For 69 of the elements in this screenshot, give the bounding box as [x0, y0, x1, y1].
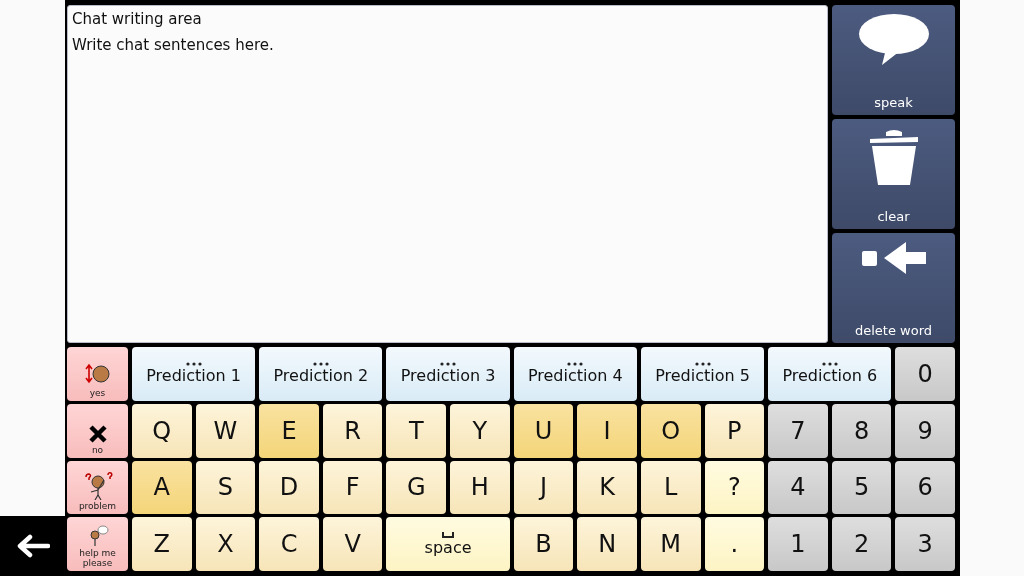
- letter-key[interactable]: V: [322, 517, 383, 571]
- chat-writing-area[interactable]: Chat writing area Write chat sentences here.: [67, 5, 828, 343]
- letter-key[interactable]: J: [513, 460, 574, 515]
- letter-key[interactable]: R: [322, 403, 383, 458]
- letter-key[interactable]: O: [640, 403, 701, 458]
- chat-area-title: Chat writing area: [72, 10, 203, 28]
- letter-key[interactable]: X: [195, 517, 256, 571]
- letter-key[interactable]: G: [386, 460, 447, 515]
- speech-bubble-icon: [857, 13, 930, 67]
- no-button[interactable]: no: [67, 403, 128, 458]
- ellipsis-icon: [312, 362, 329, 367]
- letter-key[interactable]: ?: [704, 460, 765, 515]
- help-button[interactable]: help me please: [67, 517, 128, 571]
- letter-key[interactable]: N: [577, 517, 637, 571]
- cross-icon: [87, 423, 108, 444]
- prediction-button[interactable]: Prediction 6: [768, 347, 892, 401]
- confused-figure-icon: [82, 472, 113, 501]
- number-key[interactable]: 0: [895, 347, 955, 401]
- ellipsis-icon: [694, 362, 711, 367]
- letter-key[interactable]: D: [259, 460, 319, 515]
- ellipsis-icon: [567, 362, 584, 367]
- letter-key[interactable]: F: [322, 460, 383, 515]
- ellipsis-icon: [185, 362, 202, 367]
- number-key[interactable]: 2: [831, 517, 892, 571]
- space-icon: [442, 531, 455, 538]
- prediction-button[interactable]: Prediction 3: [386, 347, 510, 401]
- letter-key[interactable]: Q: [132, 403, 192, 458]
- prediction-button[interactable]: Prediction 2: [259, 347, 383, 401]
- letter-key[interactable]: L: [640, 460, 701, 515]
- letter-key[interactable]: E: [259, 403, 319, 458]
- number-key[interactable]: 7: [768, 403, 828, 458]
- number-key[interactable]: 1: [768, 517, 828, 571]
- number-key[interactable]: 8: [831, 403, 892, 458]
- number-key[interactable]: 6: [895, 460, 955, 515]
- letter-key[interactable]: P: [704, 403, 765, 458]
- back-arrow-icon: [15, 534, 50, 558]
- letter-key[interactable]: S: [195, 460, 256, 515]
- letter-key[interactable]: H: [450, 460, 510, 515]
- letter-key[interactable]: B: [513, 517, 574, 571]
- letter-key[interactable]: W: [195, 403, 256, 458]
- letter-key[interactable]: .: [704, 517, 765, 571]
- letter-key[interactable]: T: [386, 403, 447, 458]
- letter-key[interactable]: Y: [450, 403, 510, 458]
- letter-key[interactable]: U: [513, 403, 574, 458]
- letter-key[interactable]: A: [132, 460, 192, 515]
- delete-button[interactable]: delete word: [832, 233, 955, 343]
- letter-key[interactable]: Z: [132, 517, 192, 571]
- chat-text: Write chat sentences here.: [72, 36, 275, 54]
- space-key[interactable]: space: [386, 517, 510, 571]
- speak-button[interactable]: speak: [832, 5, 955, 115]
- number-key[interactable]: 3: [895, 517, 955, 571]
- yes-button[interactable]: yes: [67, 347, 128, 401]
- back-button[interactable]: [0, 516, 65, 576]
- letter-key[interactable]: I: [577, 403, 637, 458]
- trash-can-icon: [867, 127, 920, 187]
- problem-button[interactable]: problem: [67, 460, 128, 515]
- ellipsis-icon: [440, 362, 457, 367]
- number-key[interactable]: 5: [831, 460, 892, 515]
- letter-key[interactable]: C: [259, 517, 319, 571]
- prediction-button[interactable]: Prediction 4: [513, 347, 637, 401]
- ellipsis-icon: [821, 362, 838, 367]
- clear-button[interactable]: clear: [832, 119, 955, 229]
- arrow-left-icon: [859, 241, 928, 275]
- prediction-button[interactable]: Prediction 5: [640, 347, 765, 401]
- prediction-button[interactable]: Prediction 1: [132, 347, 256, 401]
- letter-key[interactable]: M: [640, 517, 701, 571]
- number-key[interactable]: 4: [768, 460, 828, 515]
- number-key[interactable]: 9: [895, 403, 955, 458]
- letter-key[interactable]: K: [577, 460, 637, 515]
